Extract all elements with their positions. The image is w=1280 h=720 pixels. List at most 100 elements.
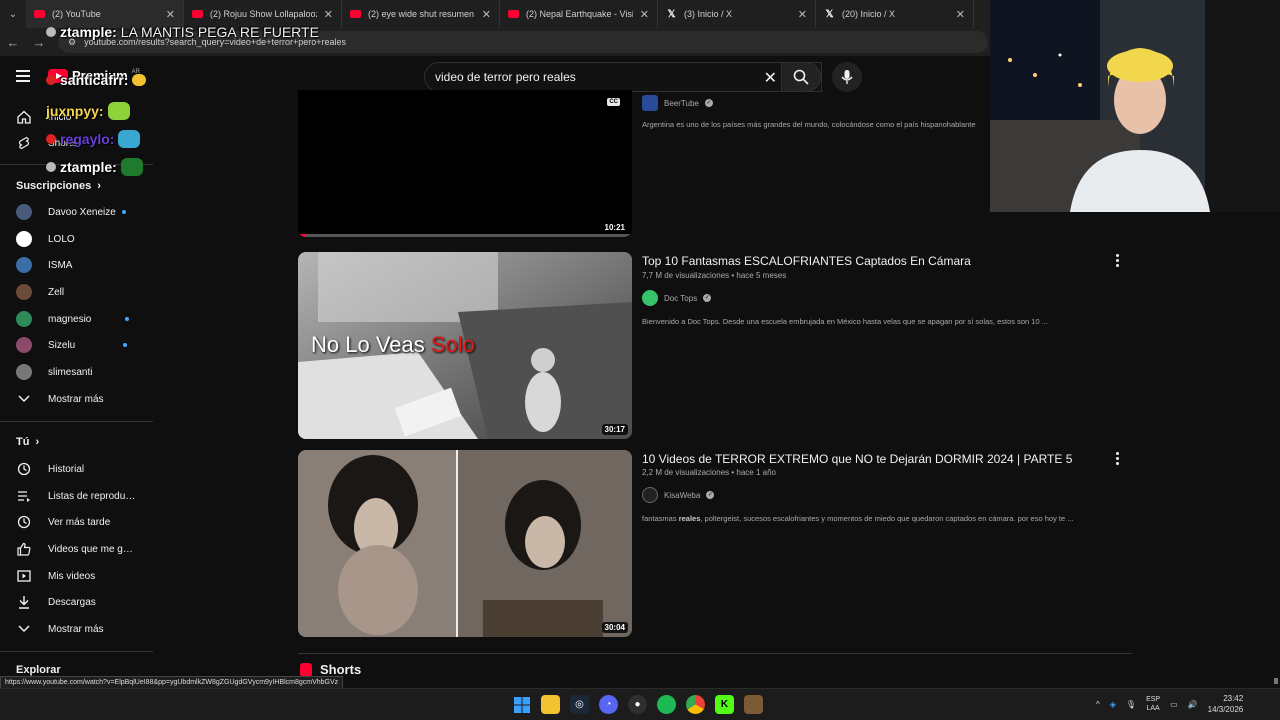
file-explorer-icon[interactable]: [541, 695, 560, 714]
spotify-icon[interactable]: [657, 695, 676, 714]
sidebar-item-liked[interactable]: Videos que me gustan: [0, 536, 155, 562]
video-thumbnail[interactable]: 30:04: [298, 450, 632, 637]
sidebar-item-downloads[interactable]: Descargas: [0, 589, 155, 615]
search-button[interactable]: [781, 62, 821, 92]
clock[interactable]: 23:42 14/3/2026: [1208, 693, 1244, 715]
new-content-dot: [123, 343, 128, 347]
scrollbar-thumb[interactable]: [1274, 678, 1278, 684]
sidebar-item-shorts[interactable]: Shorts: [0, 130, 155, 156]
sidebar-item-sub[interactable]: slimesanti: [0, 359, 155, 385]
close-tab-icon[interactable]: ✕: [324, 8, 333, 21]
channel-avatar-wrap: [16, 204, 32, 220]
forward-icon[interactable]: →: [26, 35, 52, 50]
sidebar-item-sub[interactable]: Sizelu: [0, 332, 155, 358]
video-thumbnail[interactable]: CC 10:21: [298, 90, 632, 237]
sidebar-item-home[interactable]: Inicio: [0, 104, 155, 130]
chevron-down-icon: [16, 621, 32, 637]
video-thumbnail[interactable]: No Lo Veas Solo 30:17: [298, 252, 632, 439]
sidebar-item-playlists[interactable]: Listas de reproducción: [0, 483, 155, 509]
close-tab-icon[interactable]: ✕: [798, 8, 807, 21]
show-more-you[interactable]: Mostrar más: [0, 616, 155, 642]
sidebar-item-sub[interactable]: ISMA: [0, 252, 155, 278]
divider: [0, 164, 153, 165]
browser-tab[interactable]: 𝕏 (3) Inicio / X ✕: [658, 0, 816, 28]
video-duration: 30:04: [601, 622, 628, 633]
clear-search-icon[interactable]: ✕: [764, 68, 777, 88]
sidebar-item-my-videos[interactable]: Mis videos: [0, 563, 155, 589]
volume-icon[interactable]: 🔊: [1188, 700, 1198, 709]
youtube-icon: [192, 10, 203, 18]
browser-tab[interactable]: (2) YouTube ✕: [26, 0, 184, 28]
search-box[interactable]: video de terror pero reales ✕: [424, 62, 822, 92]
language-indicator[interactable]: ESP LAA: [1146, 695, 1160, 713]
sidebar-item-sub[interactable]: Davoo Xeneize: [0, 199, 155, 225]
discord-icon[interactable]: ◔: [599, 695, 618, 714]
close-tab-icon[interactable]: ✕: [640, 8, 649, 21]
you-heading-text: Tú: [16, 436, 30, 448]
browser-tab[interactable]: (2) Rojuu Show Lollapalooza ar ✕: [184, 0, 342, 28]
subscriptions-heading-text: Suscripciones: [16, 180, 92, 192]
site-info-icon[interactable]: ⚙: [68, 37, 76, 48]
url-field[interactable]: ⚙ youtube.com/results?search_query=video…: [58, 31, 988, 53]
browser-tab[interactable]: (2) eye wide shut resumen - Yo ✕: [342, 0, 500, 28]
video-result[interactable]: 30:04 10 Videos de TERROR EXTREMO que NO…: [298, 450, 1132, 638]
avatar: [642, 487, 658, 503]
channel-avatar-wrap: [16, 337, 32, 353]
sidebar-item-label: ISMA: [48, 259, 73, 271]
back-icon[interactable]: ←: [0, 35, 26, 50]
subscriptions-heading[interactable]: Suscripciones ›: [16, 180, 101, 192]
chrome-icon[interactable]: [686, 695, 705, 714]
windows-start-icon[interactable]: [512, 695, 531, 714]
microphone-icon: [841, 70, 853, 84]
explore-heading-text: Explorar: [16, 664, 61, 676]
chevron-up-icon[interactable]: ^: [1096, 700, 1100, 709]
sidebar-item-label: slimesanti: [48, 366, 93, 378]
search-input[interactable]: video de terror pero reales: [435, 70, 576, 84]
tab-search-button[interactable]: ⌄: [0, 0, 26, 28]
tab-title: (2) YouTube: [52, 9, 101, 19]
view-count: 2,2 M de visualizaciones: [642, 468, 730, 477]
menu-icon[interactable]: [16, 70, 30, 82]
obs-icon[interactable]: ●: [628, 695, 647, 714]
youtube-icon: [350, 10, 361, 18]
voice-search-button[interactable]: [832, 62, 862, 92]
downloads-icon: [16, 594, 32, 610]
channel-link[interactable]: Doc Tops ✓: [642, 290, 712, 306]
microphone-tray-icon[interactable]: 🎙: [1126, 700, 1136, 709]
close-tab-icon[interactable]: ✕: [166, 8, 175, 21]
windows-taskbar: ◎ ◔ ● K ^ ◈ 🎙 ESP LAA ▭ 🔊 23:42 14/3/202…: [0, 688, 1280, 720]
sidebar-item-watch-later[interactable]: Ver más tarde: [0, 509, 155, 535]
video-title[interactable]: Top 10 Fantasmas ESCALOFRIANTES Captados…: [642, 254, 971, 268]
avatar: [16, 204, 32, 220]
sidebar-item-label: Listas de reproducción: [48, 490, 138, 502]
close-tab-icon[interactable]: ✕: [482, 8, 491, 21]
close-tab-icon[interactable]: ✕: [956, 8, 965, 21]
section-divider: [298, 653, 1132, 654]
more-actions-icon[interactable]: [1116, 254, 1120, 269]
video-result[interactable]: No Lo Veas Solo 30:17 Top 10 Fantasmas E…: [298, 252, 1132, 440]
more-actions-icon[interactable]: [1116, 452, 1120, 467]
sidebar-item-sub[interactable]: LOLO: [0, 226, 155, 252]
network-icon[interactable]: ▭: [1170, 700, 1178, 709]
steam-icon[interactable]: ◎: [570, 695, 589, 714]
watched-progress-bar: [298, 234, 632, 237]
my-videos-icon: [16, 568, 32, 584]
channel-link[interactable]: BeerTube ✓: [642, 95, 713, 111]
browser-tab[interactable]: 𝕏 (20) Inicio / X ✕: [816, 0, 974, 28]
show-more-subscriptions[interactable]: Mostrar más: [0, 386, 155, 412]
minecraft-icon[interactable]: [744, 695, 763, 714]
video-title[interactable]: 10 Videos de TERROR EXTREMO que NO te De…: [642, 452, 1072, 466]
channel-link[interactable]: KisaWeba ✓: [642, 487, 715, 503]
thumbnail-caption-white: No Lo Veas: [311, 332, 425, 357]
sidebar-item-sub[interactable]: magnesio: [0, 306, 155, 332]
sidebar-item-history[interactable]: Historial: [0, 456, 155, 482]
sidebar-item-sub[interactable]: Zell: [0, 279, 155, 305]
divider: [0, 421, 153, 422]
you-heading[interactable]: Tú ›: [16, 436, 39, 448]
youtube-logo[interactable]: Premium AR: [48, 68, 140, 83]
browser-tab[interactable]: (2) Nepal Earthquake - Visible I ✕: [500, 0, 658, 28]
new-content-dot: [125, 317, 130, 321]
kick-icon[interactable]: K: [715, 695, 734, 714]
security-icon[interactable]: ◈: [1110, 700, 1116, 709]
sidebar-item-label: Shorts: [48, 137, 77, 149]
